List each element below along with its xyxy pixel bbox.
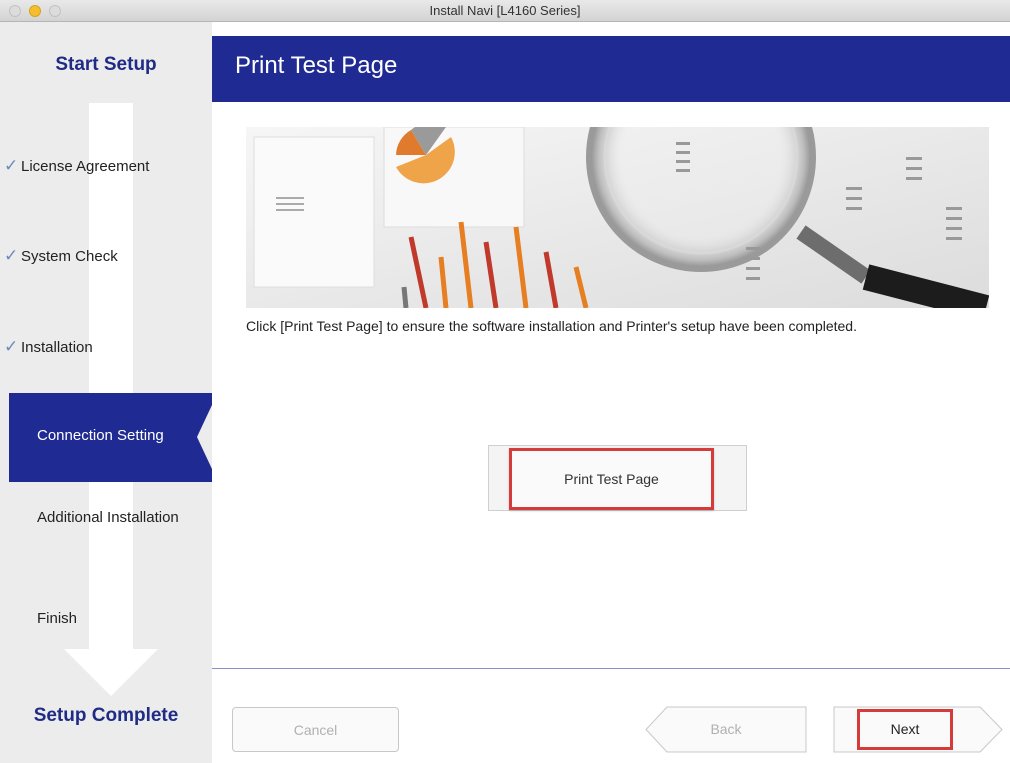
sidebar-step-label: Finish	[37, 610, 78, 627]
checkmark-icon: ✓	[4, 337, 19, 356]
main-panel: Print Test Page Click [Print Test Page] …	[212, 22, 1010, 763]
setup-complete-label: Setup Complete	[33, 705, 179, 726]
sidebar-step-finish: Finish	[0, 600, 212, 640]
sidebar-step-label: System Check	[21, 248, 118, 265]
back-button[interactable]: Back	[645, 706, 807, 753]
sidebar-step-connection-setting-active: Connection Setting	[9, 393, 212, 482]
magnifier-chart-illustration	[246, 127, 989, 308]
checkmark-icon: ✓	[4, 246, 19, 265]
page-title: Print Test Page	[235, 52, 398, 79]
sidebar-step-installation: ✓ Installation	[0, 329, 212, 369]
footer-divider	[212, 668, 1010, 669]
page-header: Print Test Page	[212, 36, 1010, 102]
start-setup-label: Start Setup	[55, 54, 157, 75]
sidebar-step-label: License Agreement	[21, 158, 150, 175]
sidebar-step-license-agreement: ✓ License Agreement	[0, 148, 212, 188]
window-title: Install Navi [L4160 Series]	[429, 3, 581, 18]
sidebar-step-additional-installation: Additional Installation	[0, 499, 212, 539]
cancel-button[interactable]: Cancel	[232, 707, 399, 752]
sidebar: Start Setup ✓ License Agreement ✓ System…	[0, 22, 212, 763]
banner-image	[246, 127, 989, 308]
print-test-page-button[interactable]: Print Test Page	[509, 448, 714, 510]
sidebar-step-label: Installation	[21, 339, 93, 356]
back-button-label: Back	[710, 721, 742, 737]
next-button-label: Next	[890, 721, 920, 737]
sidebar-step-system-check: ✓ System Check	[0, 238, 212, 278]
checkmark-icon: ✓	[4, 156, 19, 175]
sidebar-step-label: Connection Setting	[37, 427, 164, 444]
sidebar-step-label: Additional Installation	[37, 509, 179, 526]
title-bar: Install Navi [L4160 Series]	[0, 0, 1010, 22]
next-button[interactable]: Next	[833, 706, 1003, 753]
instruction-text: Click [Print Test Page] to ensure the so…	[246, 318, 857, 334]
